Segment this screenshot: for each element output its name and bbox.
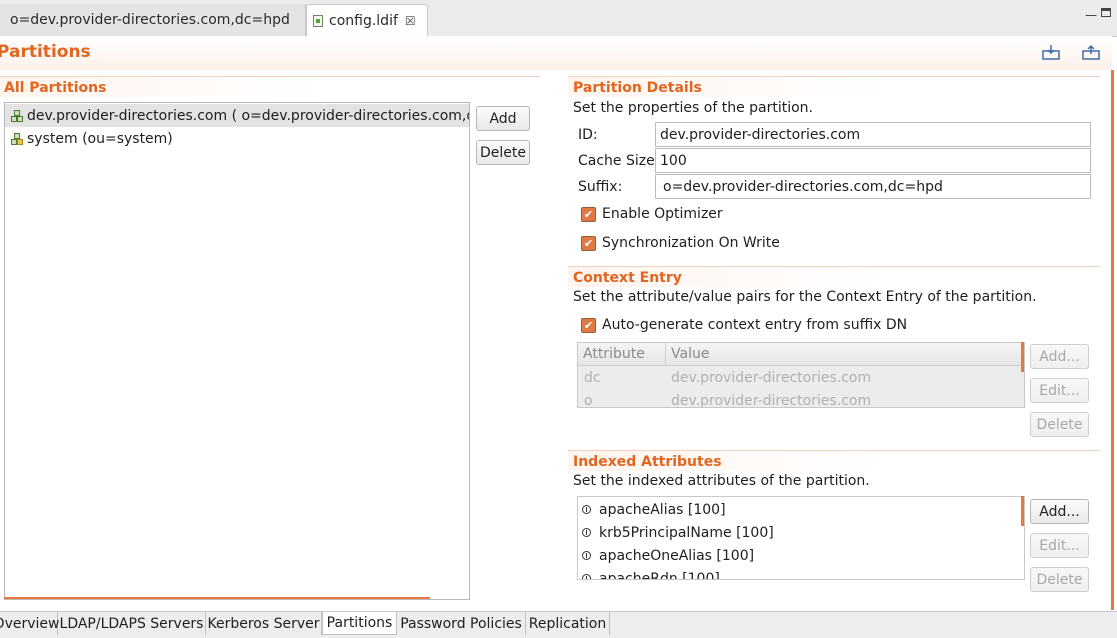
- attribute-icon: [582, 505, 591, 514]
- edit-context-entry-button[interactable]: Edit...: [1030, 378, 1089, 403]
- partition-item-system[interactable]: system (ou=system): [5, 127, 469, 150]
- suffix-field[interactable]: o=dev.provider-directories.com,dc=hpd: [655, 174, 1091, 199]
- export-icon[interactable]: [1082, 44, 1100, 60]
- attribute-icon: [582, 528, 591, 537]
- table-edge-marker: [1021, 342, 1024, 372]
- enable-optimizer-label: Enable Optimizer: [602, 206, 723, 222]
- attribute-icon: [582, 574, 591, 579]
- column-header-value[interactable]: Value: [666, 343, 1024, 366]
- id-label: ID:: [578, 127, 598, 143]
- edit-indexed-attribute-button[interactable]: Edit...: [1030, 533, 1089, 558]
- editor-tab-hpd-label: o=dev.provider-directories.com,dc=hpd: [10, 12, 290, 28]
- checkbox-check-icon: ✔: [581, 317, 596, 333]
- maximize-icon[interactable]: [1101, 8, 1111, 17]
- add-partition-button[interactable]: Add: [476, 106, 530, 131]
- list-item-label: krb5PrincipalName [100]: [599, 524, 774, 541]
- table-cell-attribute: dc: [584, 370, 601, 386]
- indexed-attributes-list[interactable]: apacheAlias [100] krb5PrincipalName [100…: [577, 496, 1025, 580]
- list-item[interactable]: apacheRdn [100]: [582, 567, 720, 580]
- table-cell-value: dev.provider-directories.com: [671, 393, 872, 408]
- import-icon[interactable]: [1042, 44, 1060, 60]
- attribute-icon: [582, 551, 591, 560]
- editor-tab-hpd[interactable]: o=dev.provider-directories.com,dc=hpd: [0, 4, 306, 36]
- close-tab-icon[interactable]: ☒: [405, 14, 416, 28]
- list-item-label: apacheAlias [100]: [599, 501, 726, 518]
- partition-item-dev[interactable]: dev.provider-directories.com ( o=dev.pro…: [5, 104, 469, 127]
- tab-ldap-servers[interactable]: LDAP/LDAPS Servers: [58, 612, 206, 635]
- table-cell-attribute: o: [584, 393, 593, 408]
- page-title: Partitions: [0, 42, 91, 62]
- partition-details-description: Set the properties of the partition.: [573, 100, 813, 116]
- partition-item-label: dev.provider-directories.com ( o=dev.pro…: [27, 107, 469, 124]
- sync-on-write-label: Synchronization On Write: [602, 235, 780, 251]
- context-entry-table[interactable]: Attribute Value dc dev.provider-director…: [577, 342, 1025, 408]
- tab-password-policies[interactable]: Password Policies: [397, 612, 526, 635]
- context-entry-title: Context Entry: [573, 270, 682, 286]
- list-item[interactable]: apacheOneAlias [100]: [582, 544, 754, 567]
- cache-size-field[interactable]: 100: [655, 148, 1091, 173]
- checkbox-check-icon: ✔: [581, 206, 596, 222]
- tab-partitions[interactable]: Partitions: [322, 612, 397, 635]
- list-item[interactable]: krb5PrincipalName [100]: [582, 521, 774, 544]
- delete-partition-button[interactable]: Delete: [476, 140, 530, 165]
- partition-icon: [11, 132, 23, 145]
- form-header: [0, 36, 1112, 70]
- tab-replication[interactable]: Replication: [526, 612, 610, 635]
- sync-on-write-checkbox[interactable]: ✔ Synchronization On Write: [581, 235, 780, 251]
- indexed-attributes-description: Set the indexed attributes of the partit…: [573, 473, 870, 489]
- delete-indexed-attribute-button[interactable]: Delete: [1030, 567, 1089, 592]
- auto-generate-label: Auto-generate context entry from suffix …: [602, 317, 908, 333]
- tab-overview[interactable]: Overview: [0, 612, 59, 635]
- add-indexed-attribute-button[interactable]: Add...: [1030, 499, 1089, 524]
- list-item-label: apacheOneAlias [100]: [599, 547, 755, 564]
- partition-item-label: system (ou=system): [27, 130, 173, 147]
- partitions-list[interactable]: dev.provider-directories.com ( o=dev.pro…: [4, 102, 470, 600]
- partition-icon: [11, 109, 23, 122]
- list-item[interactable]: apacheAlias [100]: [582, 498, 726, 521]
- enable-optimizer-checkbox[interactable]: ✔ Enable Optimizer: [581, 206, 723, 222]
- indexed-attributes-title: Indexed Attributes: [573, 454, 722, 470]
- suffix-label: Suffix:: [578, 179, 623, 195]
- delete-context-entry-button[interactable]: Delete: [1030, 412, 1089, 437]
- context-entry-description: Set the attribute/value pairs for the Co…: [573, 289, 1037, 305]
- list-item-label: apacheRdn [100]: [599, 570, 720, 580]
- id-field[interactable]: dev.provider-directories.com: [655, 122, 1091, 147]
- list-edge-marker: [1021, 496, 1024, 526]
- partition-details-title: Partition Details: [573, 80, 702, 96]
- list-edge-marker: [4, 597, 430, 599]
- ldif-file-icon: [313, 15, 323, 27]
- column-header-attribute[interactable]: Attribute: [578, 343, 666, 366]
- cache-size-label: Cache Size:: [578, 153, 660, 169]
- editor-tab-config-label: config.ldif: [329, 13, 398, 29]
- add-context-entry-button[interactable]: Add...: [1030, 344, 1089, 369]
- checkbox-check-icon: ✔: [581, 235, 596, 251]
- table-cell-value: dev.provider-directories.com: [671, 370, 872, 386]
- auto-generate-checkbox[interactable]: ✔ Auto-generate context entry from suffi…: [581, 317, 907, 333]
- form-edge-marker: [1111, 70, 1114, 610]
- minimize-button[interactable]: —: [1085, 8, 1097, 22]
- editor-tab-config-ldif[interactable]: config.ldif ☒: [306, 4, 428, 37]
- all-partitions-title: All Partitions: [4, 80, 107, 96]
- tab-kerberos-server[interactable]: Kerberos Server: [206, 612, 322, 635]
